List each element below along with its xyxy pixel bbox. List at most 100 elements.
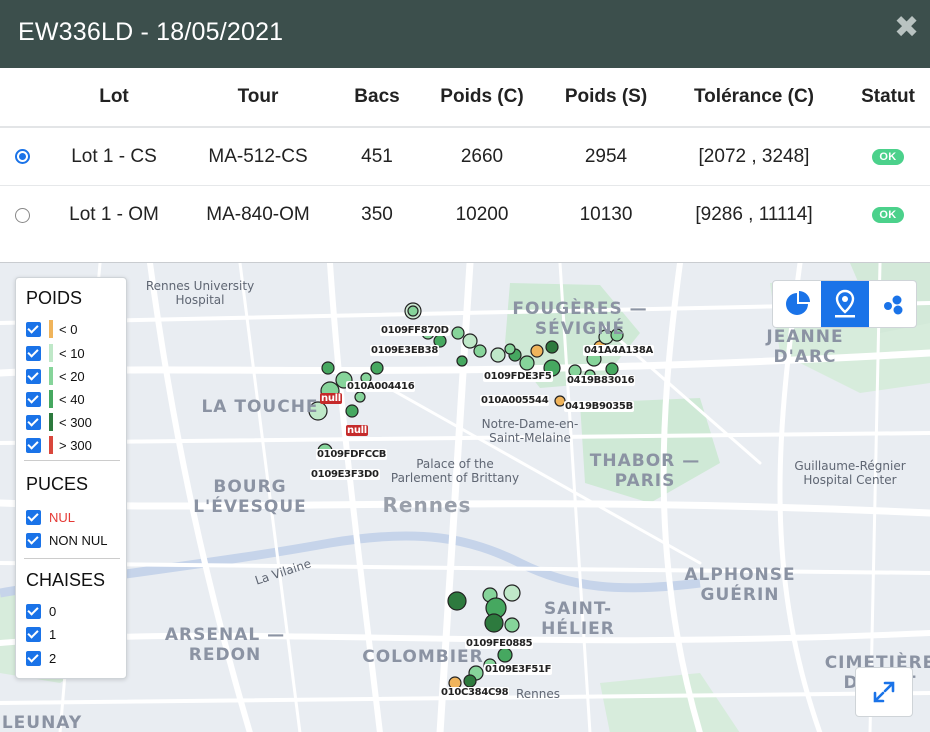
legend-label: 1 <box>49 626 57 642</box>
legend-label: NON NUL <box>49 532 108 548</box>
row-radio[interactable] <box>15 207 30 223</box>
swatch <box>49 367 53 385</box>
legend-item[interactable]: < 40 <box>26 390 85 408</box>
place-label: FOUGÈRES — SÉVIGNÉ <box>512 299 648 339</box>
marker-tag: 041A4A138A <box>583 345 654 356</box>
legend-item[interactable]: < 300 <box>26 413 92 431</box>
divider <box>24 558 120 559</box>
cell-tour: MA-840-OM <box>206 204 310 225</box>
marker-tag: 0109FE0885 <box>465 638 534 649</box>
modal-title: EW336LD - 18/05/2021 <box>18 18 284 46</box>
checkbox[interactable] <box>26 321 41 337</box>
checkbox[interactable] <box>26 509 41 525</box>
legend-label: < 10 <box>59 345 85 361</box>
map-view[interactable]: Rennes University Hospital FOUGÈRES — SÉ… <box>0 262 930 732</box>
expand-button[interactable] <box>855 667 913 717</box>
legend-panel: POIDS < 0 < 10 < 20 < 40 < 300 > 300 PUC… <box>15 277 127 679</box>
legend-label: NUL <box>49 509 76 525</box>
map-marker-button[interactable] <box>821 281 869 327</box>
swatch <box>49 436 53 454</box>
expand-icon <box>873 681 895 703</box>
checkbox[interactable] <box>26 626 41 642</box>
checkbox[interactable] <box>26 532 41 548</box>
table-row[interactable]: Lot 1 - CS MA-512-CS 451 2660 2954 [2072… <box>0 128 930 186</box>
legend-label: < 300 <box>59 414 92 430</box>
lots-table: Lot Tour Bacs Poids (C) Poids (S) Toléra… <box>0 68 930 244</box>
place-label: ARSENAL — REDON <box>164 625 286 665</box>
place-label: Rennes <box>515 687 561 701</box>
scatter-button[interactable] <box>869 281 917 327</box>
legend-label: 2 <box>49 650 57 666</box>
legend-title-chaises: CHAISES <box>26 570 106 590</box>
marker-tag: 0109FF870D <box>380 325 450 336</box>
marker-tag: 010A004416 <box>346 381 416 392</box>
close-icon[interactable]: ✖ <box>894 13 919 43</box>
marker-tag: 0109E3EB38 <box>370 345 439 356</box>
cell-poids-c: 2660 <box>460 145 504 167</box>
marker-tag: 0109FDE3F5 <box>483 371 553 382</box>
col-statut: Statut <box>861 86 915 107</box>
place-label: Notre-Dame-en- Saint-Melaine <box>481 417 579 445</box>
marker-tag: 0109E3F51F <box>484 664 553 675</box>
place-label: COLOMBIER <box>362 647 484 667</box>
row-radio-selected[interactable] <box>15 149 30 164</box>
legend-label: < 0 <box>59 321 78 337</box>
checkbox[interactable] <box>26 437 41 453</box>
checkbox[interactable] <box>26 391 41 407</box>
place-label: Guillaume-Régnier Hospital Center <box>794 459 906 487</box>
cell-tolerance: [2072 , 3248] <box>698 145 810 167</box>
col-tour: Tour <box>237 86 279 107</box>
swatch <box>49 320 53 338</box>
place-label: SAINT- HÉLIER <box>541 599 615 639</box>
marker-tag: null <box>320 393 342 404</box>
table-row[interactable]: Lot 1 - OM MA-840-OM 350 10200 10130 [92… <box>0 186 930 244</box>
legend-item[interactable]: < 20 <box>26 367 85 385</box>
marker-tag: 0419B83016 <box>566 375 636 386</box>
status-badge: OK <box>872 207 904 223</box>
cell-bacs: 451 <box>361 145 393 167</box>
place-label: Rennes University Hospital <box>145 279 255 307</box>
place-label: LEUNAY <box>1 713 83 732</box>
pie-chart-icon <box>786 291 810 315</box>
col-lot: Lot <box>99 86 129 107</box>
legend-label: 0 <box>49 603 57 619</box>
cell-tolerance: [9286 , 11114] <box>695 204 813 225</box>
col-bacs: Bacs <box>354 86 400 107</box>
place-label: Rennes <box>382 493 472 517</box>
checkbox[interactable] <box>26 345 41 361</box>
marker-tag: 0109FDFCCB <box>316 449 388 460</box>
place-label: ALPHONSE GUÉRIN <box>684 565 796 605</box>
marker-tag: 0419B9035B <box>564 401 634 412</box>
legend-item[interactable]: 0 <box>26 602 56 620</box>
pie-chart-button[interactable] <box>773 281 821 327</box>
cell-lot: Lot 1 - CS <box>71 145 157 167</box>
swatch <box>49 390 53 408</box>
legend-item[interactable]: 2 <box>26 649 56 667</box>
legend-item[interactable]: 1 <box>26 625 56 643</box>
legend-item[interactable]: < 10 <box>26 344 85 362</box>
table-header: Lot Tour Bacs Poids (C) Poids (S) Toléra… <box>0 68 930 128</box>
modal-header: EW336LD - 18/05/2021 ✖ <box>0 0 930 68</box>
legend-label: < 40 <box>59 391 85 407</box>
marker-tag: 010C384C98 <box>440 687 510 698</box>
legend-title-puces: PUCES <box>26 474 89 494</box>
marker-tag: 0109E3F3D0 <box>310 469 380 480</box>
legend-item[interactable]: NON NUL <box>26 531 108 549</box>
legend-item[interactable]: NUL <box>26 508 75 526</box>
swatch <box>49 344 53 362</box>
place-label: THABOR — PARIS <box>589 451 701 491</box>
checkbox[interactable] <box>26 603 41 619</box>
legend-item[interactable]: > 300 <box>26 436 92 454</box>
checkbox[interactable] <box>26 368 41 384</box>
place-label: Palace of the Parlement of Brittany <box>390 457 520 485</box>
marker-tag: 010A005544 <box>480 395 550 406</box>
checkbox[interactable] <box>26 414 41 430</box>
cell-tour: MA-512-CS <box>208 145 308 167</box>
place-label: BOURG L'ÉVESQUE <box>193 477 307 517</box>
legend-label: > 300 <box>59 437 92 453</box>
legend-item[interactable]: < 0 <box>26 320 77 338</box>
cell-lot: Lot 1 - OM <box>69 204 159 225</box>
checkbox[interactable] <box>26 650 41 666</box>
view-toggle <box>772 280 917 328</box>
col-tolerance: Tolérance (C) <box>693 86 814 107</box>
